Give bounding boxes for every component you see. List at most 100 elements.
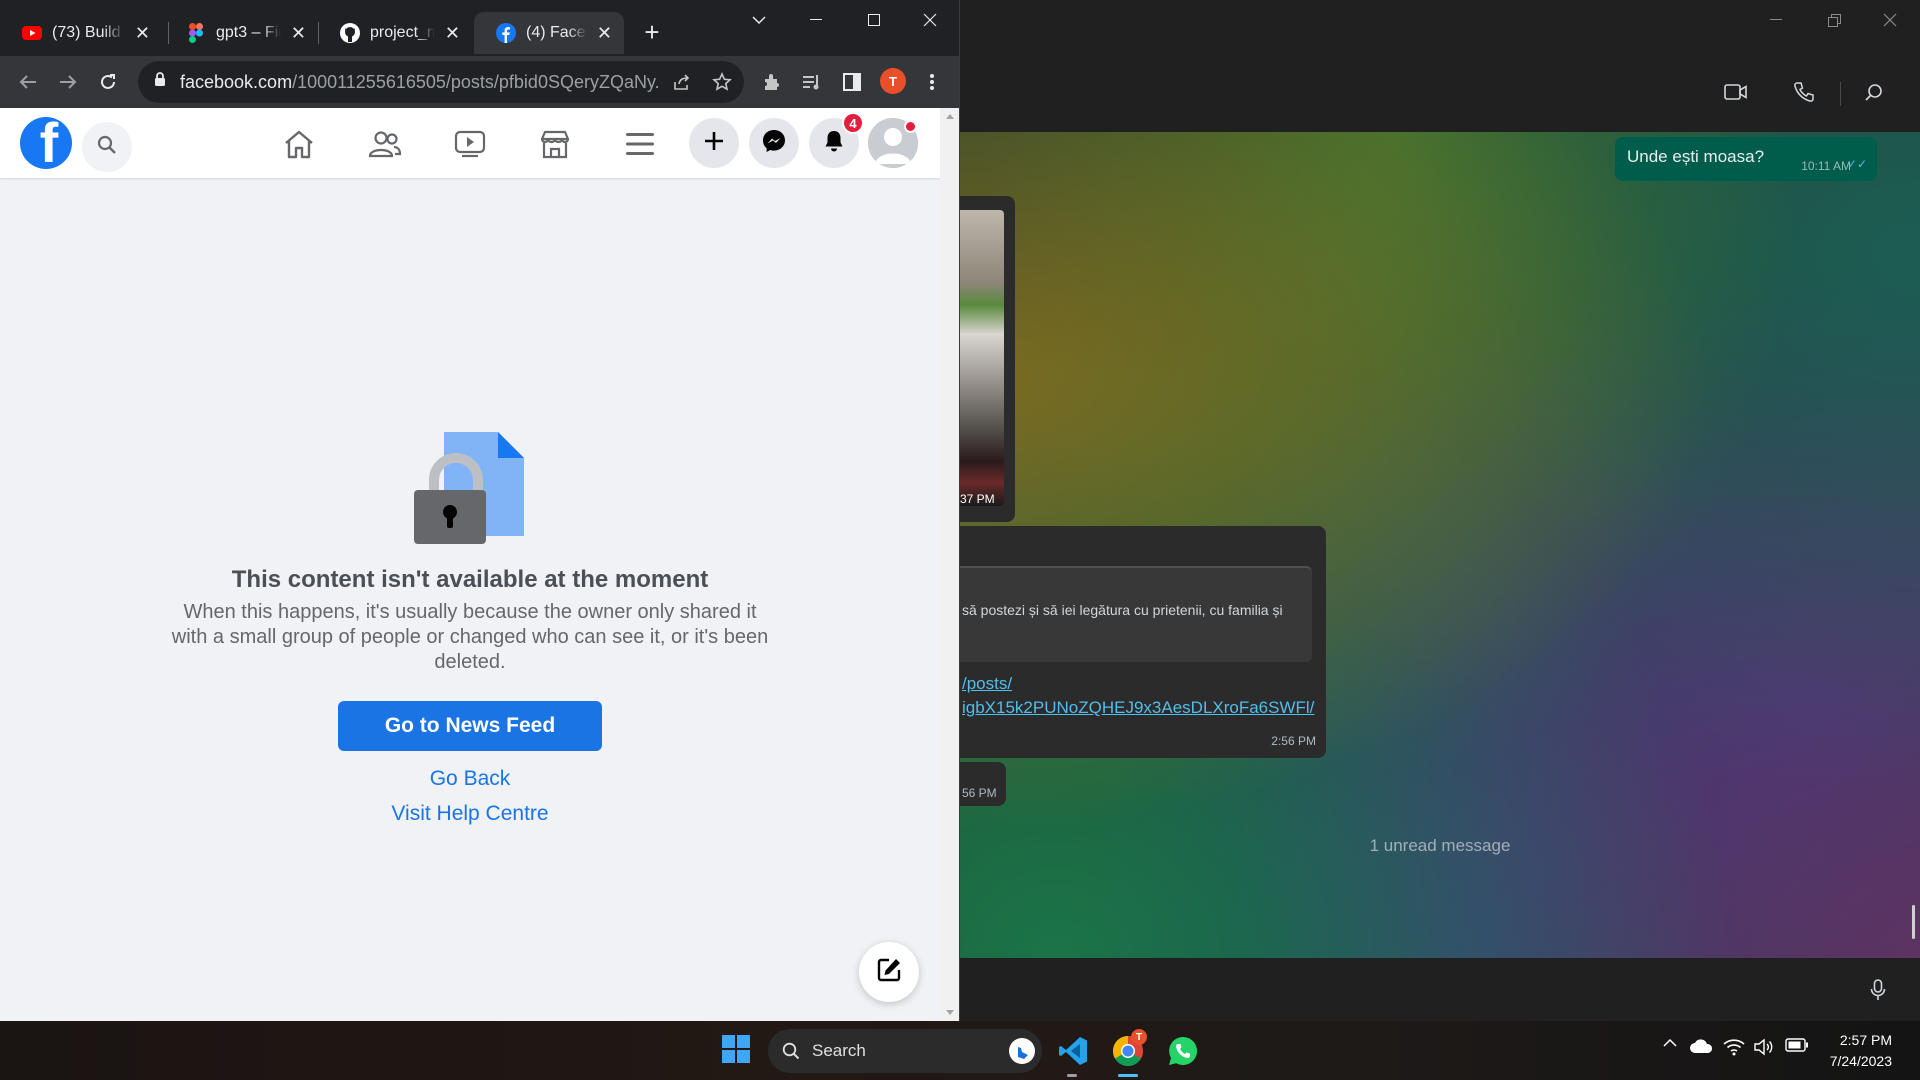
link-preview[interactable]: să postezi și să iei legătura cu prieten…: [960, 566, 1312, 662]
message-text: Unde ești moasa?: [1627, 147, 1765, 166]
vscode-icon[interactable]: [1052, 1030, 1094, 1072]
search-icon[interactable]: [1860, 78, 1888, 106]
chevron-up-icon[interactable]: [1660, 1038, 1680, 1047]
incoming-message[interactable]: 56 PM: [960, 762, 1006, 806]
message-time: 56 PM: [962, 786, 997, 800]
onedrive-icon[interactable]: [1688, 1038, 1714, 1054]
youtube-icon: [22, 23, 42, 43]
close-tab-icon[interactable]: ✕: [445, 23, 460, 44]
wifi-icon[interactable]: [1722, 1038, 1746, 1056]
tab-title: gpt3 – Figma: [216, 24, 281, 41]
notification-badge: 4: [842, 112, 864, 134]
message-time: 2:56 PM: [1271, 734, 1316, 748]
tab-github[interactable]: project_mo ✕: [318, 12, 472, 54]
back-icon[interactable]: [14, 68, 42, 96]
search-icon: [782, 1042, 800, 1060]
maximize-icon[interactable]: [846, 0, 902, 40]
windows-icon: [722, 1034, 750, 1068]
bing-icon[interactable]: [1001, 1030, 1043, 1072]
minimize-icon[interactable]: [788, 0, 844, 40]
plus-icon: [704, 131, 724, 156]
help-centre-link[interactable]: Visit Help Centre: [300, 802, 640, 826]
chat-header: [960, 52, 1920, 132]
new-message-button[interactable]: [859, 942, 919, 1002]
voice-call-icon[interactable]: [1790, 78, 1818, 106]
search-button[interactable]: [82, 122, 132, 172]
create-button[interactable]: [689, 118, 739, 168]
friends-icon[interactable]: [365, 124, 405, 164]
go-back-link[interactable]: Go Back: [300, 767, 640, 791]
lock-icon: [154, 72, 166, 92]
reload-icon[interactable]: [94, 68, 122, 96]
compose-icon: [876, 957, 902, 988]
chrome-window: (73) Build a ✕ gpt3 – Figma ✕ project_mo…: [0, 0, 960, 1021]
close-tab-icon[interactable]: ✕: [135, 23, 150, 44]
home-icon[interactable]: [279, 124, 319, 164]
tab-youtube[interactable]: (73) Build a ✕: [0, 12, 162, 54]
profile-avatar[interactable]: T: [880, 68, 906, 94]
close-window-icon[interactable]: [1862, 0, 1918, 40]
system-clock[interactable]: 2:57 PM 7/24/2023: [1812, 1030, 1892, 1072]
minimize-icon[interactable]: [1748, 0, 1804, 40]
volume-icon[interactable]: [1752, 1038, 1776, 1056]
tab-facebook[interactable]: (4) Facebook ✕: [474, 12, 624, 54]
figma-icon: [186, 23, 206, 43]
facebook-logo[interactable]: f: [20, 117, 72, 169]
extensions-icon[interactable]: [758, 68, 786, 96]
error-body: When this happens, it's usually because …: [171, 601, 769, 673]
whatsapp-icon[interactable]: [1162, 1030, 1204, 1072]
restore-icon[interactable]: [1806, 0, 1862, 40]
chat-scrollbar[interactable]: [1912, 905, 1915, 939]
more-menu-icon[interactable]: [918, 68, 946, 96]
side-panel-icon[interactable]: [838, 68, 866, 96]
bookmark-star-icon[interactable]: [708, 68, 736, 96]
start-button[interactable]: [715, 1030, 757, 1072]
new-tab-button[interactable]: +: [638, 18, 666, 46]
tab-strip: (73) Build a ✕ gpt3 – Figma ✕ project_mo…: [0, 0, 959, 56]
whatsapp-window: Unde ești moasa? 10:11 AM ✓✓ 37 PM să po…: [960, 0, 1920, 1021]
close-window-icon[interactable]: [902, 0, 958, 40]
outgoing-message[interactable]: Unde ești moasa? 10:11 AM ✓✓: [1615, 137, 1877, 181]
tab-search-icon[interactable]: [731, 0, 787, 40]
content-locked-icon: [410, 424, 530, 544]
tab-figma[interactable]: gpt3 – Figma ✕: [164, 12, 318, 54]
share-icon[interactable]: [668, 68, 696, 96]
close-tab-icon[interactable]: ✕: [291, 23, 306, 44]
chat-messages[interactable]: Unde ești moasa? 10:11 AM ✓✓ 37 PM să po…: [960, 132, 1920, 958]
unread-divider: 1 unread message: [1369, 836, 1511, 855]
message-time: 37 PM: [960, 492, 995, 506]
page-scrollbar[interactable]: [940, 108, 959, 1021]
link-preview-text: să postezi și să iei legătura cu prieten…: [962, 602, 1283, 618]
go-to-news-feed-button[interactable]: Go to News Feed: [338, 701, 602, 751]
marketplace-icon[interactable]: [535, 124, 575, 164]
forward-icon[interactable]: [54, 68, 82, 96]
message-link[interactable]: /posts/: [962, 674, 1012, 694]
microphone-icon[interactable]: [1864, 976, 1892, 1004]
clock-time: 2:57 PM: [1839, 1032, 1892, 1048]
watch-icon[interactable]: [450, 124, 490, 164]
facebook-icon: [496, 23, 516, 43]
incoming-link-message[interactable]: să postezi și să iei legătura cu prieten…: [960, 526, 1326, 758]
menu-icon[interactable]: [620, 124, 660, 164]
image-thumbnail[interactable]: [960, 210, 1004, 506]
incoming-image-message[interactable]: 37 PM: [960, 196, 1015, 522]
media-control-icon[interactable]: [798, 68, 826, 96]
bell-icon: [824, 130, 844, 157]
clock-date: 7/24/2023: [1829, 1053, 1892, 1069]
message-link[interactable]: igbX15k2PUNoZQHEJ9x3AesDLXroFa6SWFl/: [962, 698, 1314, 718]
tab-title: (73) Build a: [52, 24, 125, 41]
tab-title: (4) Facebook: [526, 24, 587, 41]
close-tab-icon[interactable]: ✕: [597, 23, 612, 44]
search-label: Search: [812, 1041, 866, 1060]
github-icon: [340, 23, 360, 43]
header-divider: [1840, 82, 1841, 106]
address-bar[interactable]: facebook.com/100011255616505/posts/pfbid…: [138, 61, 744, 103]
messenger-icon: [762, 129, 786, 158]
url-text: facebook.com/100011255616505/posts/pfbid…: [180, 71, 660, 92]
messenger-button[interactable]: [749, 118, 799, 168]
battery-icon[interactable]: [1784, 1038, 1810, 1052]
facebook-page: f 4 This content isn't available at the …: [0, 108, 959, 1021]
read-receipt-icon: ✓✓: [1846, 157, 1867, 171]
video-call-icon[interactable]: [1722, 78, 1750, 106]
whatsapp-titlebar: [960, 0, 1920, 52]
